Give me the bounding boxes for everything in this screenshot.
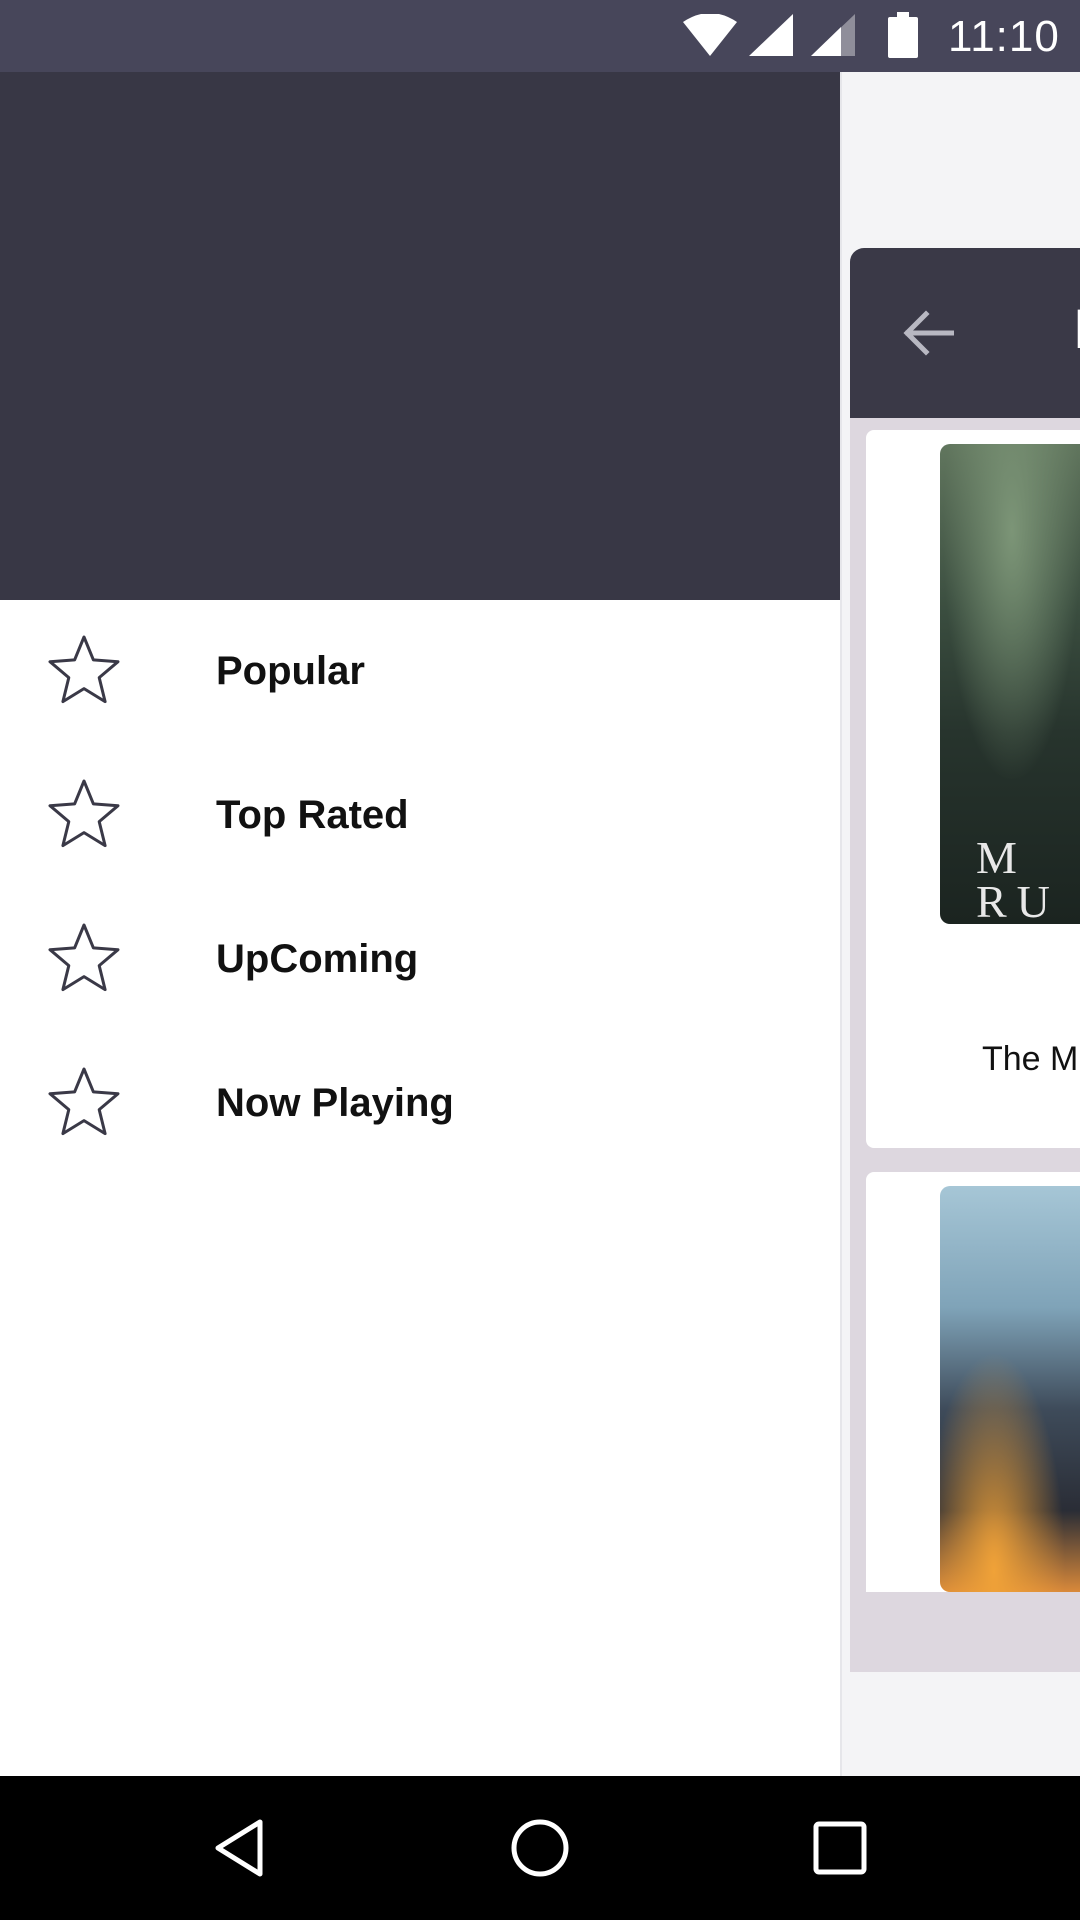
drawer-item-label: Top Rated [216,793,409,837]
drawer-item-label: UpComing [216,937,419,981]
wifi-icon [683,14,737,56]
star-icon [48,779,120,848]
cell-signal-icon [749,14,793,56]
movie-list: M RU The M [850,418,1080,1672]
home-icon[interactable] [508,1816,572,1880]
star-icon [48,923,120,992]
recents-icon[interactable] [808,1816,872,1880]
battery-icon [888,12,918,58]
movie-poster: M RU [940,444,1080,924]
list-footer-area [850,1672,1080,1776]
system-navigation-bar [0,1776,1080,1920]
background-app: H M RU The M [840,72,1080,1776]
status-clock: 11:10 [948,12,1060,61]
movie-poster [940,1186,1080,1592]
back-icon[interactable] [208,1816,272,1880]
cell-signal-icon [811,14,855,56]
drawer-item-label: Popular [216,649,365,693]
drawer-menu: Popular Top Rated UpComing Now Playing [0,600,840,1176]
back-arrow-icon[interactable] [902,310,954,356]
movie-title: The M [982,1040,1079,1078]
poster-text: M RU [976,832,1060,925]
star-icon [48,635,120,704]
toolbar-title: H [1074,296,1080,361]
drawer-item-popular[interactable]: Popular [0,600,840,744]
drawer-item-upcoming[interactable]: UpComing [0,888,840,1032]
drawer-item-top-rated[interactable]: Top Rated [0,744,840,888]
app-toolbar: H [850,248,1080,418]
navigation-drawer: Popular Top Rated UpComing Now Playing [0,72,840,1776]
drawer-header [0,72,840,600]
star-icon [48,1067,120,1136]
movie-card[interactable]: M RU The M [866,430,1080,1148]
drawer-item-label: Now Playing [216,1081,454,1125]
drawer-item-now-playing[interactable]: Now Playing [0,1032,840,1176]
status-bar: 11:10 [0,0,1080,72]
movie-card[interactable] [866,1172,1080,1592]
